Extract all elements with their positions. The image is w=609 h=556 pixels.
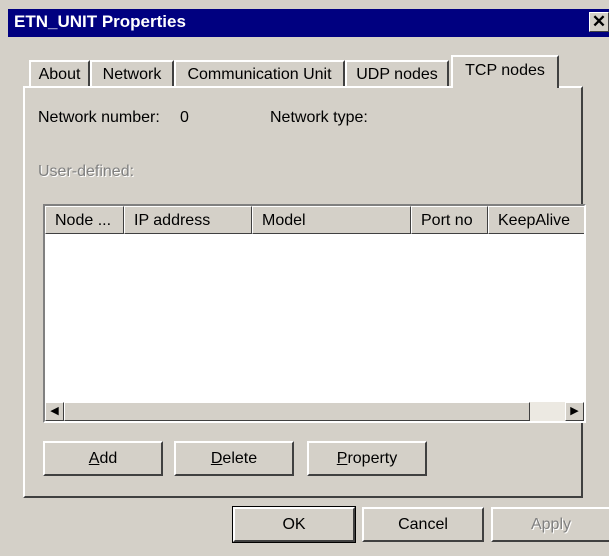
tab-about[interactable]: About [29,60,90,86]
tab-communication-unit[interactable]: Communication Unit [174,60,345,86]
properties-dialog: ETN_UNIT Properties ✕ About Network Comm… [0,0,609,556]
tab-udp-nodes-label: UDP nodes [356,66,438,83]
add-button-mnemonic: A [88,450,100,467]
apply-button[interactable]: Apply [491,507,609,542]
column-header-keepalive[interactable]: KeepAlive [488,206,584,234]
delete-button-mnemonic: D [210,450,223,467]
column-header-node[interactable]: Node ... [45,206,124,234]
tab-tcp-nodes[interactable]: TCP nodes [451,55,559,88]
tcp-nodes-list[interactable]: Node ... IP address Model Port no KeepAl… [43,204,586,423]
property-button-label: roperty [347,450,398,467]
network-number-label: Network number: [38,109,160,126]
scroll-thumb[interactable] [64,402,530,421]
tab-tcp-nodes-label: TCP nodes [465,62,545,79]
cancel-button[interactable]: Cancel [362,507,484,542]
scroll-right-icon[interactable]: ▶ [565,402,584,421]
close-icon[interactable]: ✕ [589,12,609,32]
tab-network[interactable]: Network [90,60,174,86]
column-header-ip-address[interactable]: IP address [124,206,252,234]
property-button[interactable]: Property [307,441,427,476]
tab-udp-nodes[interactable]: UDP nodes [345,60,449,86]
list-header: Node ... IP address Model Port no KeepAl… [45,206,584,234]
horizontal-scrollbar[interactable]: ◀ ▶ [45,402,584,421]
add-button-label: dd [99,450,118,467]
column-header-model[interactable]: Model [252,206,411,234]
ok-button[interactable]: OK [232,506,356,543]
network-type-label: Network type: [270,109,368,126]
tab-communication-unit-label: Communication Unit [187,66,332,83]
user-defined-label: User-defined: [38,163,135,180]
window-title: ETN_UNIT Properties [14,12,186,31]
scroll-left-icon[interactable]: ◀ [45,402,64,421]
tab-about-label: About [38,66,81,83]
delete-button[interactable]: Delete [174,441,294,476]
delete-button-label: elete [222,450,258,467]
title-bar: ETN_UNIT Properties ✕ [8,9,609,37]
network-number-value: 0 [180,109,189,126]
tab-network-label: Network [102,66,162,83]
column-header-port-no[interactable]: Port no [411,206,488,234]
add-button[interactable]: Add [43,441,163,476]
property-button-mnemonic: P [336,450,348,467]
